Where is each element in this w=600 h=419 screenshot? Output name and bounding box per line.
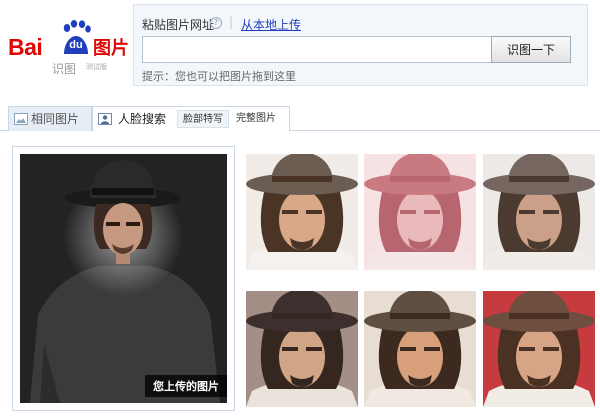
- tab-same-image-label: 相同图片: [31, 112, 80, 126]
- face-photo: [246, 154, 358, 270]
- result-thumbnail[interactable]: [483, 291, 595, 407]
- face-photo: [364, 154, 476, 270]
- logo-pic-text: 图片: [93, 38, 129, 59]
- subtab-full-image[interactable]: 完整图片: [231, 110, 281, 128]
- result-tabs: 相同图片 人脸搜索 脸部特写 完整图片: [0, 106, 600, 132]
- help-icon[interactable]: ?: [210, 17, 222, 29]
- face-photo: [364, 291, 476, 407]
- uploaded-image-panel: 您上传的图片: [12, 146, 235, 411]
- search-image-button[interactable]: 识图一下: [491, 36, 571, 63]
- subtab-face-closeup[interactable]: 脸部特写: [177, 110, 229, 128]
- result-thumbnail[interactable]: [364, 154, 476, 270]
- tab-face-search-label: 人脸搜索: [118, 112, 167, 126]
- logo-subtitle: 识图: [52, 62, 77, 76]
- image-icon: [14, 113, 28, 125]
- logo-bai-text: Bai: [8, 34, 43, 60]
- logo-wordmark: Bai: [8, 34, 43, 61]
- tab-same-image[interactable]: 相同图片: [8, 106, 92, 131]
- result-thumbnail[interactable]: [483, 154, 595, 270]
- result-thumbnail[interactable]: [246, 291, 358, 407]
- uploaded-image-caption: 您上传的图片: [145, 375, 227, 397]
- drag-hint: 提示：您也可以把图片拖到这里: [142, 70, 296, 83]
- uploaded-photo[interactable]: 您上传的图片: [20, 154, 227, 403]
- face-photo: [483, 154, 595, 270]
- beta-badge: 测试版: [86, 63, 107, 71]
- baidu-image-logo[interactable]: Bai du 图片 识图 测试版: [8, 18, 130, 78]
- search-panel: 粘贴图片网址 ? | 从本地上传 识图一下 提示：您也可以把图片拖到这里: [133, 4, 588, 86]
- upload-local-link[interactable]: 从本地上传: [241, 16, 301, 33]
- image-url-input[interactable]: [142, 36, 492, 63]
- logo-du-text: du: [69, 39, 83, 51]
- tab-face-search[interactable]: 人脸搜索 脸部特写 完整图片: [92, 106, 290, 132]
- result-thumbnail[interactable]: [364, 291, 476, 407]
- paste-url-label: 粘贴图片网址: [142, 18, 215, 32]
- face-photo: [246, 291, 358, 407]
- face-photo: [483, 291, 595, 407]
- person-icon: [98, 113, 112, 125]
- uploaded-portrait-image: [20, 154, 227, 403]
- result-thumbnail[interactable]: [246, 154, 358, 270]
- separator: |: [229, 15, 234, 29]
